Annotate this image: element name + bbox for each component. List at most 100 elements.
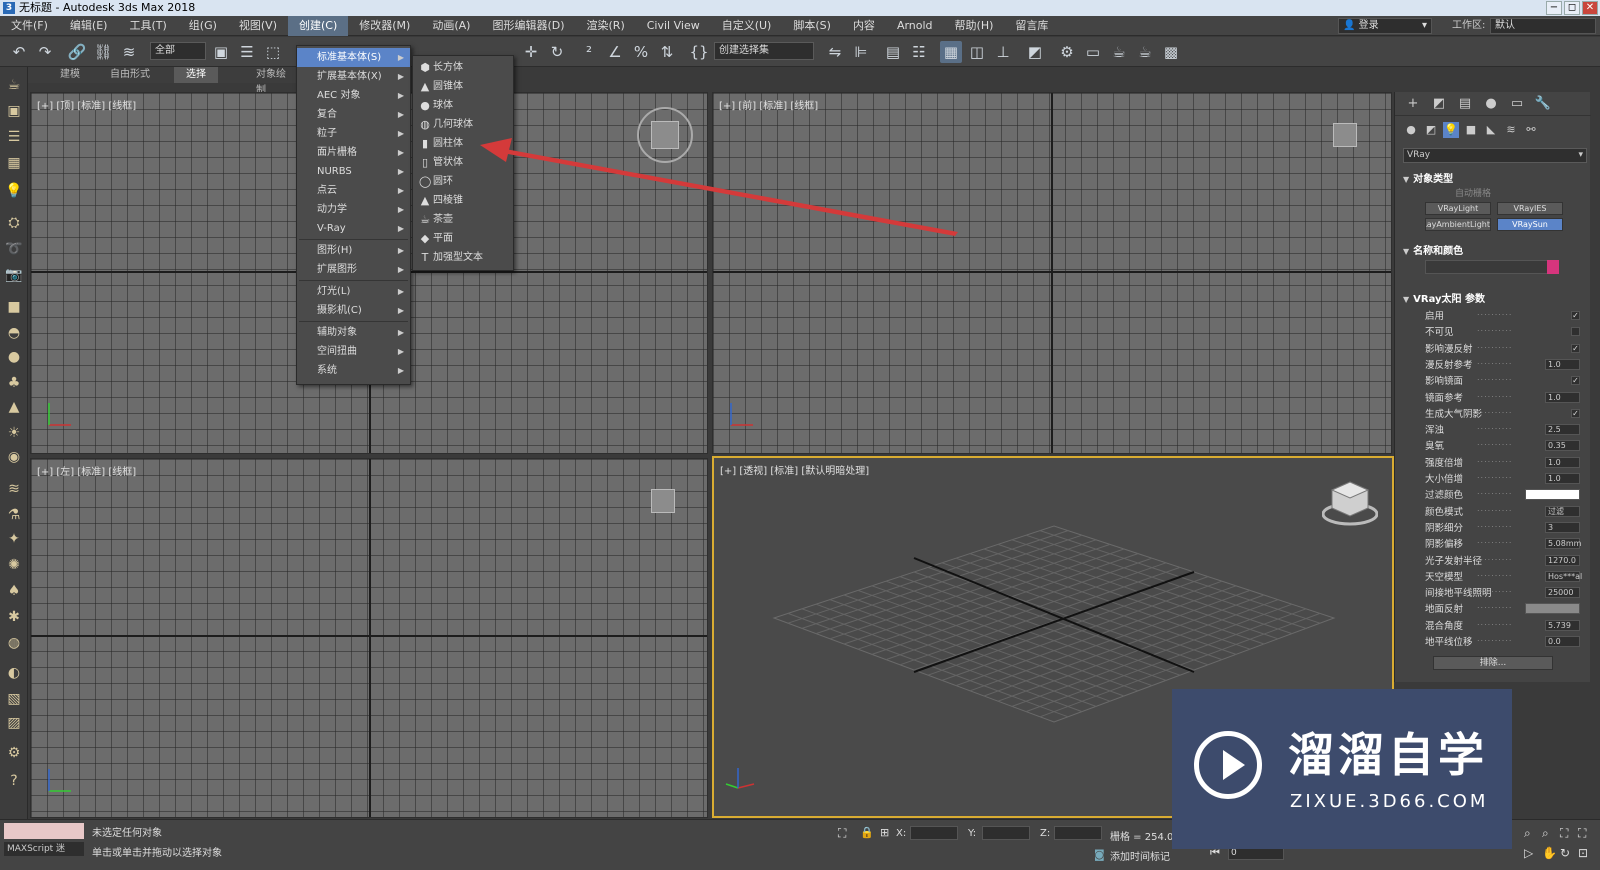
menu-create[interactable]: 创建(C)	[288, 15, 349, 36]
tab-object-paint[interactable]: 对象绘制	[244, 67, 300, 96]
modify-tab-icon[interactable]: ◩	[1429, 94, 1449, 114]
render-setup-icon[interactable]: ⚙	[1056, 41, 1078, 63]
vray-sphere-icon[interactable]: ◐	[4, 663, 24, 683]
menu-item-plane[interactable]: ◆ 平面	[413, 229, 513, 248]
close-button[interactable]: ✕	[1582, 1, 1598, 15]
viewcube[interactable]	[1333, 123, 1357, 147]
y-coordinate-field[interactable]	[982, 826, 1030, 840]
dome-icon[interactable]: ◓	[4, 323, 24, 343]
param-spinner[interactable]: 25000	[1545, 587, 1580, 599]
link-icon[interactable]: 🔗	[66, 41, 88, 63]
tab-freeform[interactable]: 自由形式	[98, 67, 162, 83]
rectangular-selection-icon[interactable]: ⬚	[262, 41, 284, 63]
vray-render-icon[interactable]: ▧	[4, 689, 24, 709]
space-warps-icon[interactable]: ≋	[1503, 122, 1519, 138]
shapes-icon[interactable]: ◩	[1423, 122, 1439, 138]
select-by-name-icon[interactable]: ☰	[236, 41, 258, 63]
maximize-button[interactable]: ◻	[1564, 1, 1580, 15]
x-coordinate-field[interactable]	[910, 826, 958, 840]
menu-message-board[interactable]: 留言库	[1004, 16, 1059, 36]
menu-item-geosphere[interactable]: ◍ 几何球体	[413, 115, 513, 134]
menu-item-nurbs[interactable]: NURBS ▶	[297, 162, 410, 181]
viewport-left-label[interactable]: [+] [左] [标准] [线框]	[37, 463, 136, 478]
menu-item-point-cloud[interactable]: 点云 ▶	[297, 181, 410, 200]
geometry-icon[interactable]: ●	[1403, 122, 1419, 138]
param-checkbox[interactable]	[1571, 327, 1580, 337]
layer-explorer-icon[interactable]: ☷	[908, 41, 930, 63]
viewport-front-label[interactable]: [+] [前] [标准] [线框]	[719, 97, 818, 112]
list-icon[interactable]: ☰	[4, 127, 24, 147]
sphere-icon[interactable]: ●	[4, 347, 24, 367]
menu-edit[interactable]: 编辑(E)	[59, 16, 119, 36]
percent-snap-icon[interactable]: %	[630, 41, 652, 63]
zoom-extents-all-icon[interactable]: ⛶	[1578, 826, 1586, 841]
field-of-view-icon[interactable]: ▷	[1524, 846, 1533, 860]
menu-item-cameras[interactable]: 摄影机(C) ▶	[297, 301, 410, 320]
menu-scripting[interactable]: 脚本(S)	[782, 16, 842, 36]
menu-animation[interactable]: 动画(A)	[421, 16, 481, 36]
vrayies-button[interactable]: VRayIES	[1497, 202, 1563, 215]
menu-item-dynamics[interactable]: 动力学 ▶	[297, 200, 410, 219]
param-spinner[interactable]: 1.0	[1545, 473, 1580, 484]
menu-customize[interactable]: 自定义(U)	[711, 16, 783, 36]
teapot-icon[interactable]: ☕	[4, 75, 24, 95]
unlink-icon[interactable]: ⛓	[92, 41, 114, 63]
menu-item-tube[interactable]: ▯ 管状体	[413, 153, 513, 172]
menu-item-standard-primitives[interactable]: 标准基本体(S) ▶	[297, 48, 410, 67]
align-icon[interactable]: ⊫	[850, 41, 872, 63]
menu-item-teapot[interactable]: ☕ 茶壶	[413, 210, 513, 229]
box-icon[interactable]: ■	[4, 297, 24, 317]
menu-item-patch-grids[interactable]: 面片栅格 ▶	[297, 143, 410, 162]
helper-icon[interactable]: ⛭	[4, 213, 24, 233]
menu-item-extended-primitives[interactable]: 扩展基本体(X) ▶	[297, 67, 410, 86]
undo-icon[interactable]: ↶	[8, 41, 30, 63]
menu-modifiers[interactable]: 修改器(M)	[348, 16, 421, 36]
vray-sun-icon[interactable]: ✺	[4, 555, 24, 575]
vray-light-icon[interactable]: ✦	[4, 529, 24, 549]
menu-item-particles[interactable]: 粒子 ▶	[297, 124, 410, 143]
move-icon[interactable]: ✛	[520, 41, 542, 63]
zoom-all-icon[interactable]: ⌕	[1542, 826, 1549, 841]
cone-icon[interactable]: ▲	[4, 397, 24, 417]
param-checkbox[interactable]: ✓	[1571, 343, 1580, 353]
menu-graph-editors[interactable]: 图形编辑器(D)	[481, 16, 575, 36]
object-color-swatch[interactable]	[1547, 260, 1559, 274]
help-icon[interactable]: ?	[4, 771, 24, 791]
schematic-view-icon[interactable]: ⊥	[992, 41, 1014, 63]
menu-item-extended-shapes[interactable]: 扩展图形 ▶	[297, 260, 410, 279]
curve-editor-icon[interactable]: ◫	[966, 41, 988, 63]
vray-vfb-icon[interactable]: ▨	[4, 713, 24, 733]
param-spinner[interactable]: 1.0	[1545, 456, 1580, 468]
maxscript-label[interactable]: MAXScript 迷	[4, 842, 84, 856]
exclude-button[interactable]: 排除...	[1433, 656, 1553, 670]
spiral-icon[interactable]: ➰	[4, 239, 24, 259]
menu-view[interactable]: 视图(V)	[228, 16, 288, 36]
tab-modeling[interactable]: 建模	[48, 67, 92, 83]
plant-icon[interactable]: ♣	[4, 373, 24, 393]
camera-icon[interactable]: 📷	[4, 265, 24, 285]
motion-tab-icon[interactable]: ●	[1481, 94, 1501, 114]
maxscript-listener[interactable]	[4, 823, 84, 839]
menu-item-helpers[interactable]: 辅助对象 ▶	[297, 323, 410, 342]
workspace-dropdown[interactable]: 默认	[1490, 18, 1596, 34]
vray-camera-icon[interactable]: ◍	[4, 633, 24, 653]
param-spinner[interactable]: 过滤	[1545, 505, 1580, 517]
snap-toggle-icon[interactable]: ²	[578, 41, 600, 63]
menu-item-lights[interactable]: 灯光(L) ▶	[297, 282, 410, 301]
menu-rendering[interactable]: 渲染(R)	[576, 16, 636, 36]
viewport-left[interactable]: [+] [左] [标准] [线框]	[30, 458, 708, 818]
param-checkbox[interactable]: ✓	[1571, 311, 1580, 320]
spinner-snap-icon[interactable]: ⇅	[656, 41, 678, 63]
maximize-viewport-icon[interactable]: ⊡	[1578, 846, 1588, 860]
param-spinner[interactable]: 0.0	[1545, 636, 1580, 647]
param-color-swatch[interactable]	[1525, 489, 1580, 501]
rendered-frame-window-icon[interactable]: ▭	[1082, 41, 1104, 63]
light-bulb-icon[interactable]: 💡	[4, 181, 24, 201]
param-spinner[interactable]: Hos***al	[1545, 570, 1582, 582]
param-spinner[interactable]: 5.739	[1545, 619, 1580, 631]
vraysun-button[interactable]: VRaySun	[1497, 218, 1563, 231]
scene-explorer-icon[interactable]: ▤	[882, 41, 904, 63]
zoom-icon[interactable]: ⌕	[1524, 826, 1531, 841]
select-object-icon[interactable]: ▣	[210, 41, 232, 63]
add-time-tag[interactable]: 添加时间标记	[1110, 848, 1170, 863]
